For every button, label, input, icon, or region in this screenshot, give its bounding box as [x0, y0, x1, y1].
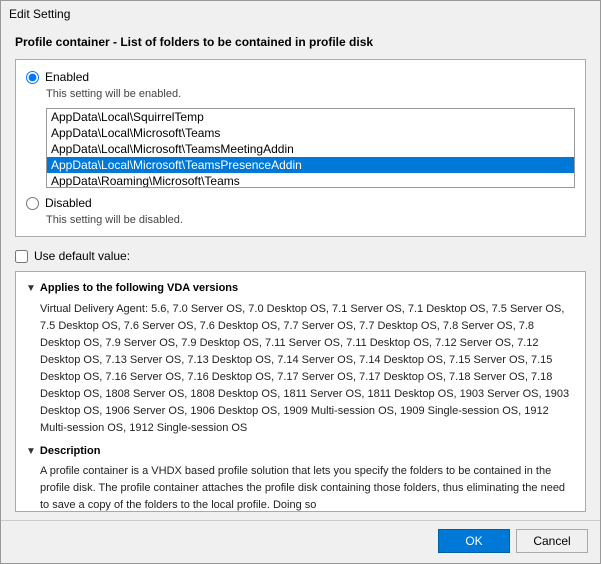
disabled-radio[interactable] [26, 197, 39, 210]
lower-panel[interactable]: ▼ Applies to the following VDA versions … [15, 271, 586, 512]
list-item-selected[interactable]: AppData\Local\Microsoft\TeamsPresenceAdd… [47, 157, 574, 173]
use-default-row[interactable]: Use default value: [15, 249, 586, 263]
main-panel: Enabled This setting will be enabled. Ap… [15, 59, 586, 237]
enabled-note: This setting will be enabled. [46, 88, 575, 100]
content-area: Profile container - List of folders to b… [1, 25, 600, 520]
folder-list[interactable]: AppData\Local\SquirrelTemp AppData\Local… [46, 108, 575, 188]
use-default-label[interactable]: Use default value: [34, 249, 130, 263]
description-section: ▼ Description A profile container is a V… [26, 443, 575, 512]
list-item[interactable]: AppData\Roaming\Microsoft\Teams [47, 173, 574, 188]
applies-title: Applies to the following VDA versions [40, 280, 238, 297]
use-default-checkbox[interactable] [15, 250, 28, 263]
enabled-label[interactable]: Enabled [45, 70, 89, 84]
list-item[interactable]: AppData\Local\SquirrelTemp [47, 109, 574, 125]
disabled-radio-row[interactable]: Disabled [26, 196, 575, 210]
edit-setting-dialog: Edit Setting Profile container - List of… [0, 0, 601, 564]
applies-arrow-icon[interactable]: ▼ [26, 281, 36, 296]
dialog-title: Edit Setting [9, 7, 70, 21]
applies-content: Virtual Delivery Agent: 5.6, 7.0 Server … [40, 301, 575, 437]
applies-header-row: ▼ Applies to the following VDA versions [26, 280, 575, 297]
disabled-section: Disabled This setting will be disabled. [26, 196, 575, 226]
ok-button[interactable]: OK [438, 529, 510, 553]
disabled-label[interactable]: Disabled [45, 196, 92, 210]
applies-section: ▼ Applies to the following VDA versions … [26, 280, 575, 437]
list-item[interactable]: AppData\Local\Microsoft\Teams [47, 125, 574, 141]
button-bar: OK Cancel [1, 520, 600, 563]
list-item[interactable]: AppData\Local\Microsoft\TeamsMeetingAddi… [47, 141, 574, 157]
description-header-row: ▼ Description [26, 443, 575, 460]
cancel-button[interactable]: Cancel [516, 529, 588, 553]
title-bar: Edit Setting [1, 1, 600, 25]
description-content: A profile container is a VHDX based prof… [40, 463, 575, 512]
disabled-note: This setting will be disabled. [46, 214, 575, 226]
enabled-radio-row[interactable]: Enabled [26, 70, 575, 84]
section-title: Profile container - List of folders to b… [15, 35, 586, 49]
description-arrow-icon[interactable]: ▼ [26, 444, 36, 459]
description-title: Description [40, 443, 101, 460]
enabled-radio[interactable] [26, 71, 39, 84]
